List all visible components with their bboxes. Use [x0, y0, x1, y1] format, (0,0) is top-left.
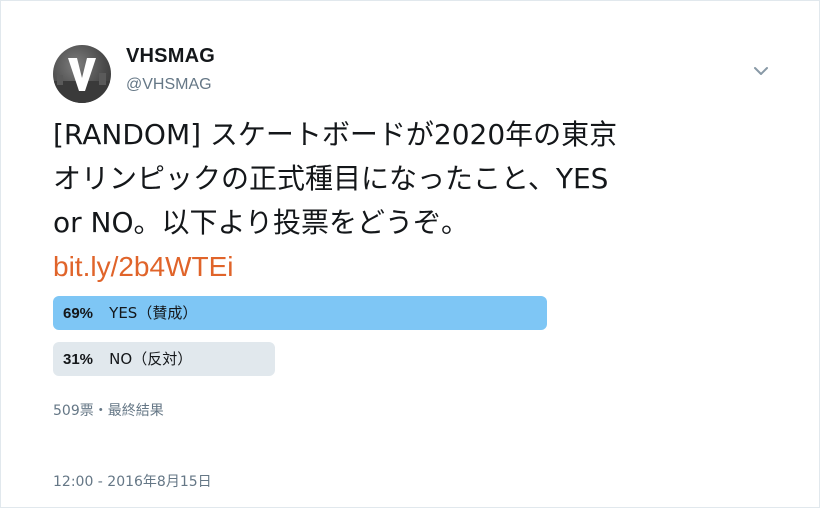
vhsmag-logo-icon: [53, 58, 111, 103]
tweet-link[interactable]: bit.ly/2b4WTEi: [53, 245, 234, 289]
tweet-text-line: [RANDOM] スケートボードが2020年の東京: [53, 118, 618, 151]
tweet-text: [RANDOM] スケートボードが2020年の東京 オリンピックの正式種目になっ…: [53, 113, 773, 289]
poll-percent: 69%: [63, 305, 94, 322]
poll-choice-text: YES（賛成）: [109, 304, 198, 322]
poll-vote-summary: 509票・最終結果: [53, 403, 164, 419]
tweet-timestamp[interactable]: 12:00 - 2016年8月15日: [53, 471, 212, 491]
tweet-text-line: or NO。以下より投票をどうぞ。: [53, 206, 469, 239]
poll-option-label: 69% YES（賛成）: [63, 296, 197, 330]
poll-option-yes[interactable]: 69% YES（賛成）: [53, 296, 547, 330]
tweet-card: VHSMAG @VHSMAG [RANDOM] スケートボードが2020年の東京…: [0, 0, 820, 508]
user-handle[interactable]: @VHSMAG: [126, 76, 212, 94]
poll-option-no[interactable]: 31% NO（反対）: [53, 342, 547, 376]
chevron-down-icon[interactable]: [751, 61, 771, 81]
avatar[interactable]: [53, 45, 111, 103]
tweet-text-line: オリンピックの正式種目になったこと、YES: [53, 162, 609, 195]
poll-choice-text: NO（反対）: [109, 350, 193, 368]
display-name[interactable]: VHSMAG: [126, 45, 215, 68]
poll-option-label: 31% NO（反対）: [63, 342, 192, 376]
poll-percent: 31%: [63, 351, 94, 368]
